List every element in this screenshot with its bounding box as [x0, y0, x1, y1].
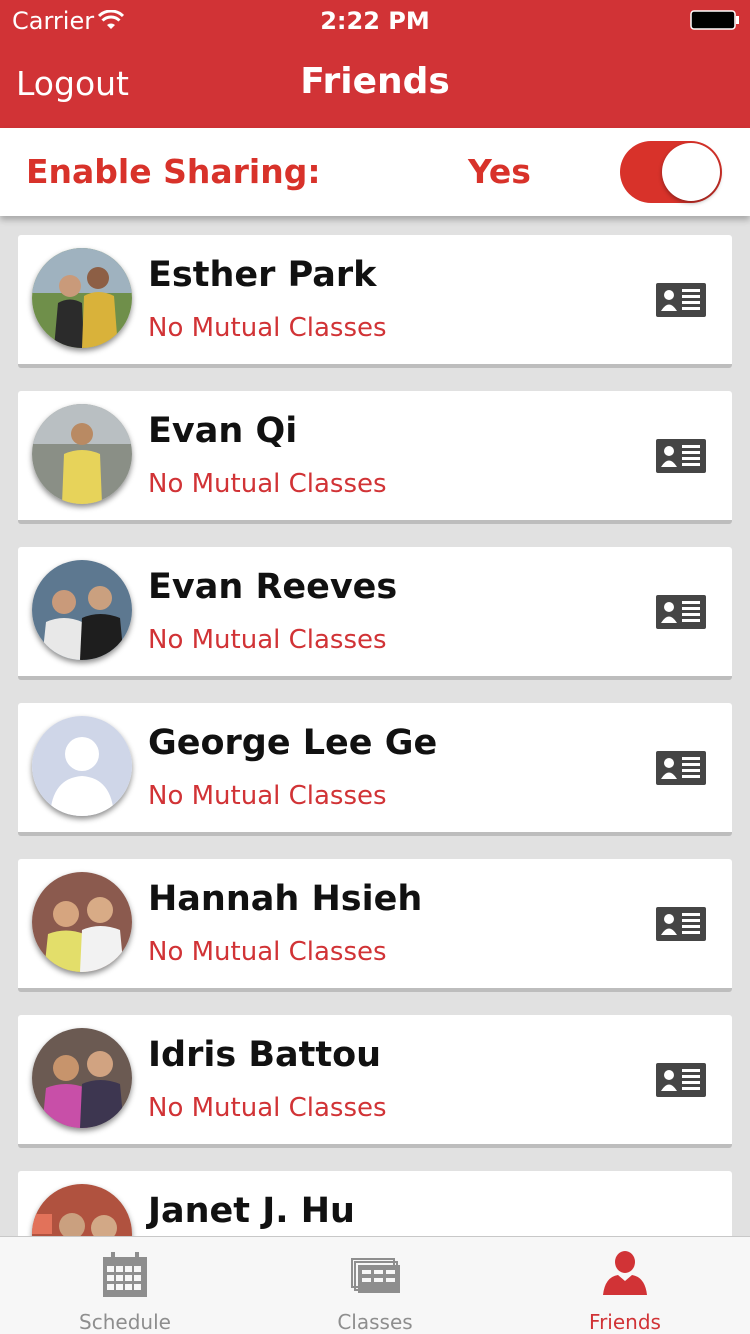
logout-button[interactable]: Logout	[16, 64, 129, 103]
contact-card-icon[interactable]	[656, 595, 706, 629]
tab-label: Classes	[337, 1310, 413, 1334]
tab-label: Schedule	[79, 1310, 171, 1334]
calendar-icon	[103, 1252, 147, 1297]
avatar	[32, 872, 132, 972]
friend-card[interactable]: Evan Qi No Mutual Classes	[18, 391, 732, 524]
sharing-toggle[interactable]	[620, 141, 722, 203]
friend-name: George Lee Ge	[148, 723, 438, 763]
contact-card-icon[interactable]	[656, 907, 706, 941]
header: Carrier 2:22 PM Logout Friends	[0, 0, 750, 128]
sharing-bar: Enable Sharing: Yes	[0, 128, 750, 216]
status-bar: Carrier 2:22 PM	[0, 0, 750, 40]
friend-name: Esther Park	[148, 255, 377, 295]
battery-icon	[690, 10, 739, 30]
tab-friends[interactable]: Friends	[500, 1237, 750, 1334]
friend-name: Hannah Hsieh	[148, 879, 423, 919]
friend-card[interactable]: Esther Park No Mutual Classes	[18, 235, 732, 368]
contact-card-icon[interactable]	[656, 283, 706, 317]
sharing-value: Yes	[468, 152, 531, 191]
avatar	[32, 1028, 132, 1128]
contact-card-icon[interactable]	[656, 439, 706, 473]
friend-name: Idris Battou	[148, 1035, 382, 1075]
tab-bar: Schedule Classes Friends	[0, 1236, 750, 1334]
person-icon	[603, 1251, 647, 1295]
contact-card-icon[interactable]	[656, 1063, 706, 1097]
tab-label: Friends	[589, 1310, 661, 1334]
nav-bar: Logout Friends	[0, 40, 750, 128]
status-time: 2:22 PM	[320, 7, 430, 35]
sharing-label: Enable Sharing:	[26, 152, 321, 191]
friend-card[interactable]: Janet J. Hu	[18, 1171, 732, 1236]
friend-name: Evan Reeves	[148, 567, 398, 607]
tab-schedule[interactable]: Schedule	[0, 1237, 250, 1334]
friend-name: Janet J. Hu	[148, 1191, 355, 1231]
toggle-knob	[662, 143, 720, 201]
avatar	[32, 404, 132, 504]
avatar	[32, 1184, 132, 1236]
contact-card-icon[interactable]	[656, 751, 706, 785]
friend-card[interactable]: Idris Battou No Mutual Classes	[18, 1015, 732, 1148]
mutual-classes: No Mutual Classes	[148, 781, 387, 811]
mutual-classes: No Mutual Classes	[148, 469, 387, 499]
avatar	[32, 248, 132, 348]
mutual-classes: No Mutual Classes	[148, 625, 387, 655]
friend-card[interactable]: George Lee Ge No Mutual Classes	[18, 703, 732, 836]
tab-classes[interactable]: Classes	[250, 1237, 500, 1334]
mutual-classes: No Mutual Classes	[148, 937, 387, 967]
classes-icon	[351, 1258, 400, 1293]
avatar	[32, 716, 132, 816]
friends-list[interactable]: Esther Park No Mutual Classes Evan Qi No…	[0, 216, 750, 1236]
friend-card[interactable]: Evan Reeves No Mutual Classes	[18, 547, 732, 680]
friend-card[interactable]: Hannah Hsieh No Mutual Classes	[18, 859, 732, 992]
friend-name: Evan Qi	[148, 411, 298, 451]
mutual-classes: No Mutual Classes	[148, 1093, 387, 1123]
avatar	[32, 560, 132, 660]
mutual-classes: No Mutual Classes	[148, 313, 387, 343]
